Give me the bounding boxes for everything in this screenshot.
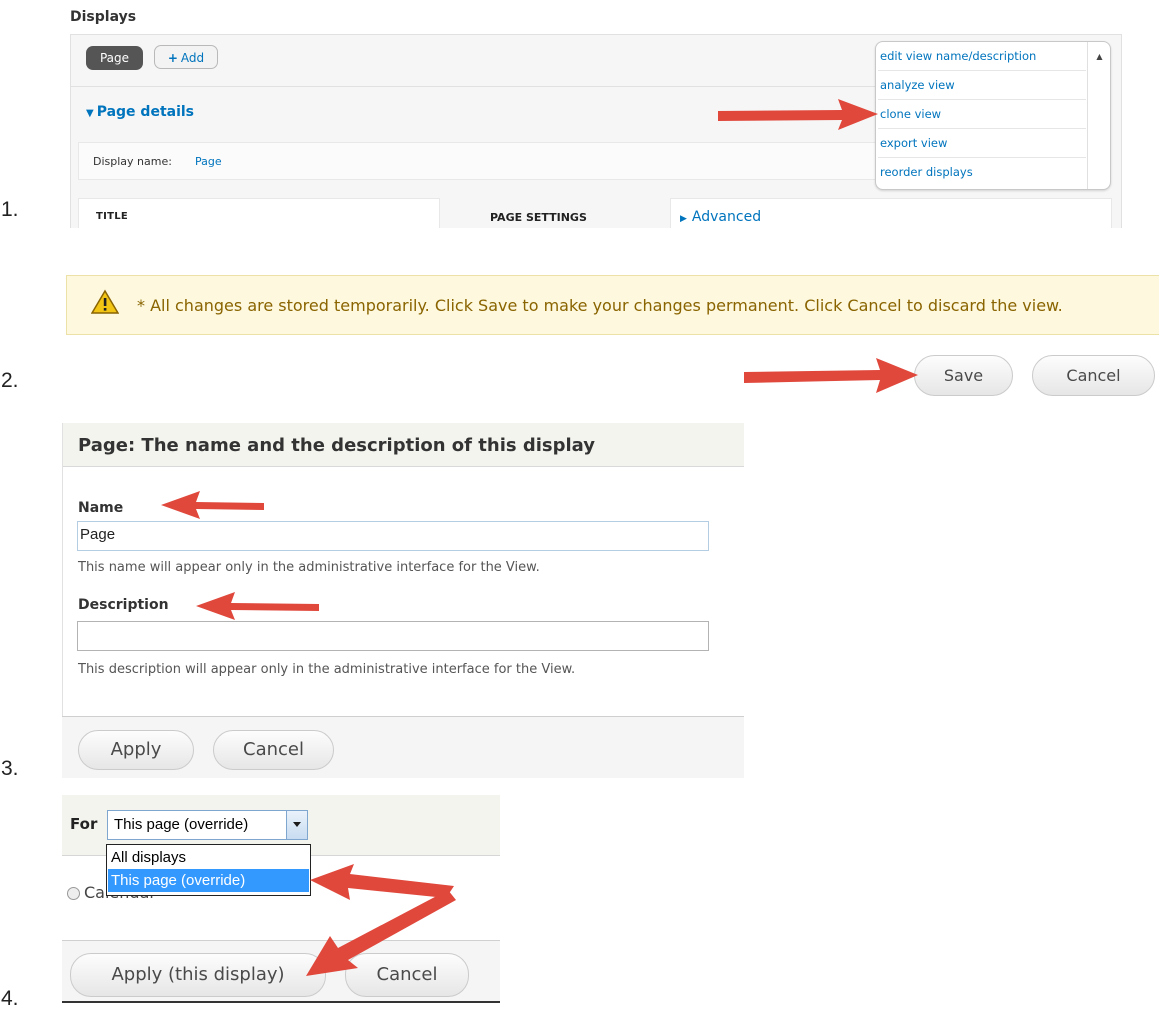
dialog-title: Page: The name and the description of th… bbox=[78, 435, 595, 456]
tab-page[interactable]: Page bbox=[86, 46, 143, 70]
chevron-down-icon bbox=[293, 822, 301, 827]
arrow-to-name bbox=[161, 491, 264, 519]
arrow-to-description bbox=[196, 592, 319, 620]
apply-button[interactable]: Apply bbox=[78, 730, 194, 770]
menu-item-clone-view[interactable]: clone view bbox=[878, 100, 1086, 129]
step-number-4: 4. bbox=[1, 987, 19, 1010]
menu-item-reorder-displays[interactable]: reorder displays bbox=[878, 158, 1086, 187]
warning-text: * All changes are stored temporarily. Cl… bbox=[137, 296, 1063, 315]
caret-down-icon: ▼ bbox=[86, 108, 94, 119]
menu-item-analyze-view[interactable]: analyze view bbox=[878, 71, 1086, 100]
select-dropdown-button[interactable] bbox=[286, 811, 307, 839]
step-number-1: 1. bbox=[1, 198, 19, 221]
page-details-label: Page details bbox=[96, 104, 195, 120]
display-override-select[interactable]: This page (override) bbox=[107, 810, 308, 840]
caret-right-icon: ▶ bbox=[680, 214, 687, 224]
advanced-label: Advanced bbox=[691, 209, 762, 225]
name-help-text: This name will appear only in the admini… bbox=[78, 560, 540, 575]
displays-heading: Displays bbox=[70, 9, 137, 25]
display-name-label: Display name: bbox=[93, 155, 172, 168]
dropdown-divider bbox=[1087, 71, 1088, 189]
name-label: Name bbox=[78, 500, 124, 516]
page-details-toggle[interactable]: ▼ Page details bbox=[86, 104, 194, 120]
cancel-button[interactable]: Cancel bbox=[345, 953, 469, 997]
plus-icon: + bbox=[167, 51, 178, 65]
apply-this-display-button[interactable]: Apply (this display) bbox=[70, 953, 326, 997]
description-help-text: This description will appear only in the… bbox=[78, 662, 576, 677]
cancel-button[interactable]: Cancel bbox=[1032, 355, 1155, 396]
description-label: Description bbox=[78, 597, 169, 613]
menu-item-edit-view[interactable]: edit view name/description bbox=[878, 42, 1086, 71]
option-all-displays[interactable]: All displays bbox=[108, 846, 309, 869]
step-number-3: 3. bbox=[1, 757, 19, 780]
title-column bbox=[78, 198, 440, 228]
add-display-label: Add bbox=[180, 51, 205, 65]
caret-up-icon[interactable]: ▲ bbox=[1087, 42, 1111, 71]
title-heading: TITLE bbox=[96, 211, 129, 222]
arrow-to-save bbox=[744, 358, 918, 393]
page-settings-heading: PAGE SETTINGS bbox=[490, 211, 587, 224]
step-number-2: 2. bbox=[1, 369, 19, 392]
calendar-radio[interactable] bbox=[67, 887, 80, 900]
display-name-link[interactable]: Page bbox=[195, 155, 222, 168]
add-display-button[interactable]: + Add bbox=[154, 45, 218, 69]
name-field[interactable]: Page bbox=[77, 521, 709, 551]
menu-item-export-view[interactable]: export view bbox=[878, 129, 1086, 158]
option-this-page-override[interactable]: This page (override) bbox=[108, 869, 309, 892]
advanced-toggle[interactable]: ▶ Advanced bbox=[680, 209, 761, 225]
save-button[interactable]: Save bbox=[914, 355, 1013, 396]
description-field[interactable] bbox=[77, 621, 709, 651]
for-label: For bbox=[70, 815, 98, 833]
warning-icon bbox=[91, 289, 119, 314]
cancel-button[interactable]: Cancel bbox=[213, 730, 334, 770]
